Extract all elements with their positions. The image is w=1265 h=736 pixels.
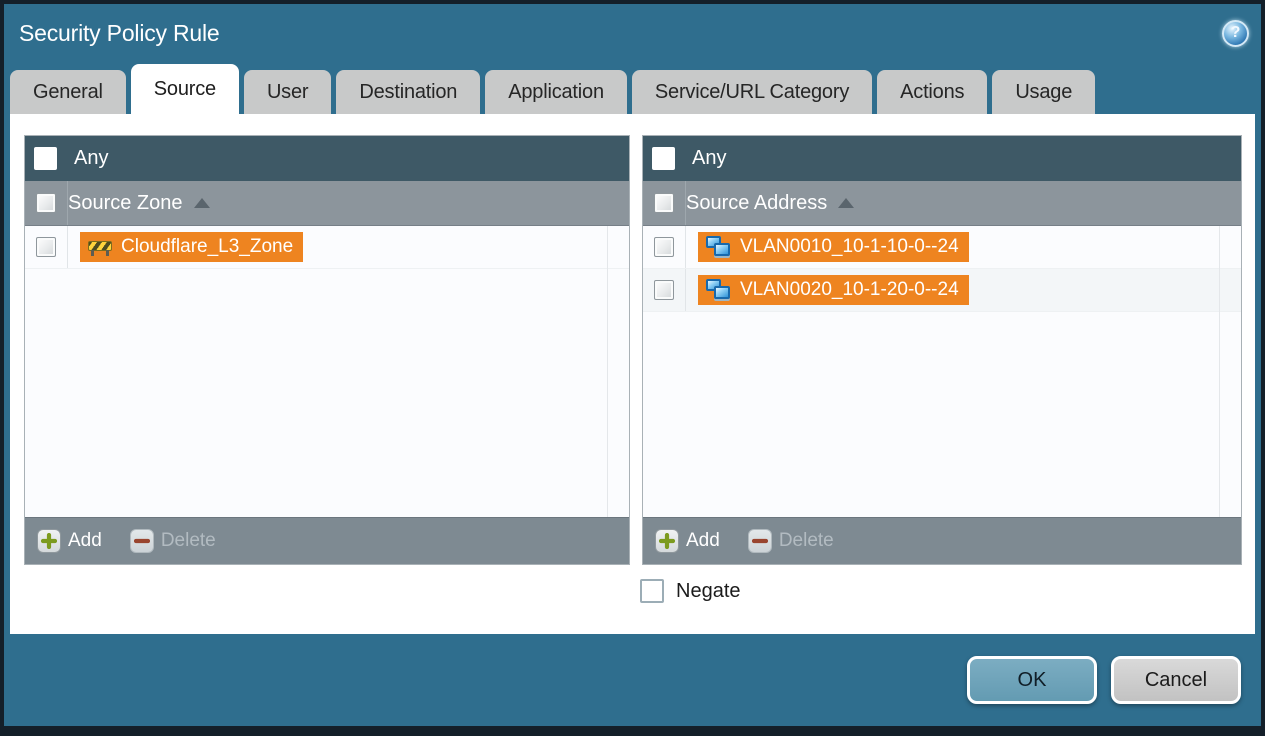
minus-icon <box>747 529 772 553</box>
source-zone-any-row: Any <box>25 136 629 181</box>
tab-source[interactable]: Source <box>130 64 239 114</box>
source-address-column-header[interactable]: Source Address <box>643 181 1241 226</box>
zone-item-chip[interactable]: Cloudflare_L3_Zone <box>80 232 304 262</box>
source-zone-panel: Any Source Zone Cloudflare_L3_Zone Add D… <box>24 135 630 565</box>
dialog-title: Security Policy Rule <box>19 19 220 46</box>
zone-item-label: Cloudflare_L3_Zone <box>121 236 294 257</box>
tab-actions[interactable]: Actions <box>877 70 988 114</box>
zone-row: Cloudflare_L3_Zone <box>25 226 629 269</box>
titlebar: Security Policy Rule ? <box>4 4 1261 62</box>
any-checkbox[interactable] <box>652 147 675 170</box>
tab-bar: General Source User Destination Applicat… <box>4 62 1261 114</box>
negate-checkbox[interactable] <box>640 579 664 603</box>
help-icon[interactable]: ? <box>1222 19 1249 47</box>
dialog-action-bar: OK Cancel <box>4 634 1261 726</box>
tab-application[interactable]: Application <box>485 70 627 114</box>
add-label: Add <box>686 530 720 551</box>
checkbox-column <box>643 226 686 268</box>
tab-usage[interactable]: Usage <box>992 70 1096 114</box>
tab-destination[interactable]: Destination <box>336 70 481 114</box>
tab-service-url-category[interactable]: Service/URL Category <box>631 70 873 114</box>
ok-button[interactable]: OK <box>967 656 1097 704</box>
tab-user[interactable]: User <box>243 70 332 114</box>
zone-icon <box>88 239 112 256</box>
source-zone-footer: Add Delete <box>25 517 629 564</box>
column-header-label: Source Address <box>686 191 828 214</box>
row-checkbox[interactable] <box>654 237 674 257</box>
address-item-label: VLAN0010_10-1-10-0--24 <box>740 236 959 257</box>
add-button[interactable]: Add <box>37 529 102 553</box>
address-item-chip[interactable]: VLAN0010_10-1-10-0--24 <box>698 232 969 262</box>
source-zone-list: Cloudflare_L3_Zone <box>25 226 629 517</box>
any-checkbox[interactable] <box>34 147 57 170</box>
address-item-chip[interactable]: VLAN0020_10-1-20-0--24 <box>698 275 969 305</box>
plus-icon <box>655 529 679 553</box>
source-address-any-row: Any <box>643 136 1241 181</box>
delete-label: Delete <box>160 530 216 551</box>
source-zone-column-header[interactable]: Source Zone <box>25 181 629 226</box>
source-address-list: VLAN0010_10-1-10-0--24 VLAN0020_10-1-20-… <box>643 226 1241 517</box>
address-icon <box>706 236 731 258</box>
checkbox-column <box>25 226 68 268</box>
panels-row: Any Source Zone Cloudflare_L3_Zone Add D… <box>10 114 1255 565</box>
checkbox-column <box>25 181 68 225</box>
sort-ascending-icon <box>193 198 210 208</box>
cancel-button[interactable]: Cancel <box>1111 656 1241 704</box>
sort-ascending-icon <box>838 198 855 208</box>
source-address-footer: Add Delete <box>643 517 1241 564</box>
select-all-checkbox[interactable] <box>36 193 56 213</box>
add-label: Add <box>68 530 102 551</box>
source-tab-content: Any Source Zone Cloudflare_L3_Zone Add D… <box>10 114 1255 634</box>
address-item-label: VLAN0020_10-1-20-0--24 <box>740 279 959 300</box>
delete-label: Delete <box>778 530 834 551</box>
any-label: Any <box>74 147 109 169</box>
checkbox-column <box>643 269 686 311</box>
delete-button[interactable]: Delete <box>129 529 216 553</box>
plus-icon <box>37 529 61 553</box>
negate-row: Negate <box>640 579 1255 603</box>
delete-button[interactable]: Delete <box>747 529 834 553</box>
address-icon <box>706 279 731 301</box>
select-all-checkbox[interactable] <box>654 193 674 213</box>
security-policy-rule-dialog: Security Policy Rule ? General Source Us… <box>4 4 1261 726</box>
row-checkbox[interactable] <box>36 237 56 257</box>
minus-icon <box>129 529 154 553</box>
address-row: VLAN0010_10-1-10-0--24 <box>643 226 1241 269</box>
address-row: VLAN0020_10-1-20-0--24 <box>643 269 1241 312</box>
row-checkbox[interactable] <box>654 280 674 300</box>
negate-label: Negate <box>676 579 741 602</box>
source-address-panel: Any Source Address VLAN0010_10-1-10-0--2… <box>642 135 1242 565</box>
tab-general[interactable]: General <box>10 70 126 114</box>
checkbox-column <box>643 181 686 225</box>
add-button[interactable]: Add <box>655 529 720 553</box>
any-label: Any <box>692 147 727 169</box>
column-header-label: Source Zone <box>68 191 183 214</box>
